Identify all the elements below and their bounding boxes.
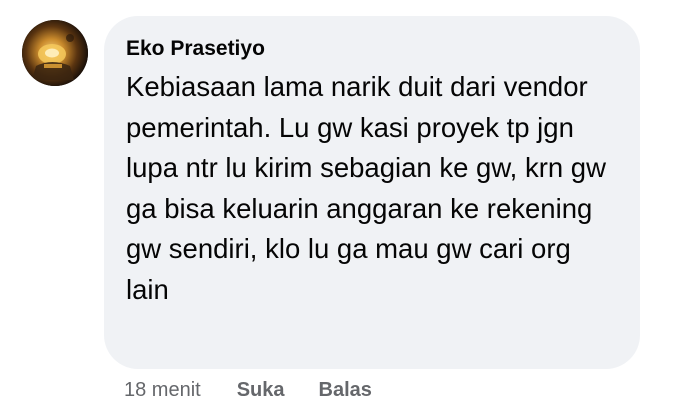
comment-text: Kebiasaan lama narik duit dari vendor pe…	[126, 71, 606, 305]
comment-author[interactable]: Eko Prasetiyo	[126, 35, 616, 63]
comment-actions: 18 menit Suka Balas	[124, 376, 372, 404]
comment-bubble: Eko Prasetiyo Kebiasaan lama narik duit …	[104, 16, 640, 369]
reply-button[interactable]: Balas	[319, 376, 372, 404]
comment-timestamp[interactable]: 18 menit	[124, 376, 201, 404]
avatar[interactable]	[22, 20, 88, 86]
comment: Eko Prasetiyo Kebiasaan lama narik duit …	[0, 0, 700, 405]
avatar-image	[22, 20, 88, 86]
like-button[interactable]: Suka	[237, 376, 285, 404]
